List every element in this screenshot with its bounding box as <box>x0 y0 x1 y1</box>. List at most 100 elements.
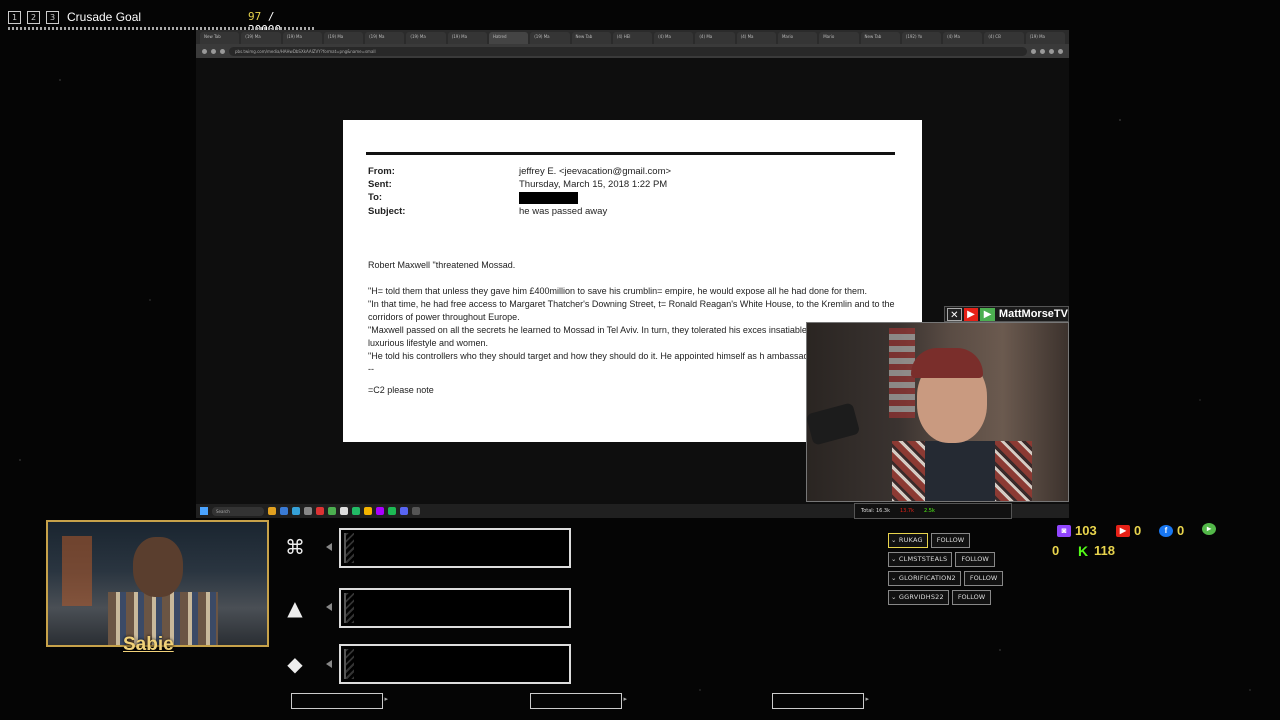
to-label: To: <box>368 192 383 203</box>
discord-icon[interactable] <box>400 507 408 515</box>
app-icon[interactable] <box>280 507 288 515</box>
email-paragraph: Robert Maxwell "threatened Mossad. <box>368 260 516 270</box>
facebook-counter: f 0 <box>1159 523 1184 538</box>
browser-tab[interactable]: New Tab <box>200 32 240 44</box>
kick-count: 118 <box>1094 543 1115 558</box>
from-row: From: jeffrey E. <jeevacation@gmail.com> <box>368 166 671 177</box>
sent-value: Thursday, March 15, 2018 1:22 PM <box>519 179 668 190</box>
browser-tab[interactable]: (19) Ma <box>530 32 570 44</box>
app-icon[interactable] <box>316 507 324 515</box>
guest-vest <box>925 441 995 501</box>
youtube-counter: ▶ 0 <box>1116 523 1141 538</box>
bookmark-icon[interactable] <box>1040 48 1045 54</box>
chrome-icon[interactable] <box>364 507 372 515</box>
follower-name: ⌄ GLORIFICATION2 <box>888 571 961 586</box>
x-icon: ✕ <box>947 307 962 321</box>
app-icon[interactable] <box>388 507 396 515</box>
follow-button[interactable]: FOLLOW <box>955 552 995 567</box>
follower-row: ⌄ RUKAG FOLLOW <box>888 533 971 548</box>
browser-tab[interactable]: (19) Ma <box>241 32 281 44</box>
facebook-count: 0 <box>1177 523 1185 538</box>
bottom-bar-2 <box>530 693 627 709</box>
from-label: From: <box>368 166 395 177</box>
follower-row: ⌄ CLMSTSTEALS FOLLOW <box>888 552 995 567</box>
email-header-rule <box>366 152 895 155</box>
sent-label: Sent: <box>368 179 392 190</box>
app-icon[interactable] <box>328 507 336 515</box>
subject-label: Subject: <box>368 206 406 217</box>
app-icon[interactable] <box>340 507 348 515</box>
microphone <box>807 402 861 446</box>
twitch-counter: ◙ 103 <box>1057 523 1097 538</box>
browser-tab[interactable]: New Tab <box>860 32 900 44</box>
subject-value: he was passed away <box>519 206 608 217</box>
goal-box-2: 2 <box>27 10 40 24</box>
follow-button[interactable]: FOLLOW <box>951 590 992 605</box>
browser-tab[interactable]: (19) Ma <box>447 32 487 44</box>
start-icon[interactable] <box>200 507 208 515</box>
guest-cam-header: ✕ ▶ ▶ MattMorseTV <box>944 306 1069 322</box>
edge-icon[interactable] <box>292 507 300 515</box>
url-field[interactable]: pbs.twimg.com/media/HAHwDbSXkAAIZVY?form… <box>229 46 1027 56</box>
app-icon[interactable] <box>304 507 312 515</box>
browser-tab[interactable]: (19) Ma <box>365 32 405 44</box>
from-value: jeffrey E. <jeevacation@gmail.com> <box>519 166 672 177</box>
follower-name-text: GLORIFICATION2 <box>898 574 956 582</box>
browser-tab[interactable]: (4) CB <box>984 32 1024 44</box>
guest-cap <box>911 348 983 378</box>
sub-alert-icon: ⌘ <box>285 535 305 559</box>
donation-alert-icon: ◆ <box>287 652 303 676</box>
folder-icon[interactable] <box>268 507 276 515</box>
browser-tab[interactable]: (19) Ma <box>282 32 322 44</box>
browser-tab[interactable]: (19) Ma <box>406 32 446 44</box>
goal-current: 97 <box>248 10 262 23</box>
app-icon[interactable] <box>352 507 360 515</box>
browser-tab[interactable]: (19) Ma <box>323 32 364 44</box>
taskbar-search[interactable]: Search <box>212 506 264 516</box>
chevron-left-icon <box>326 543 332 551</box>
email-paragraph: "In that time, he had free access to Mar… <box>368 299 895 322</box>
browser-tab[interactable]: (4) Ma <box>654 32 694 44</box>
sent-row: Sent: Thursday, March 15, 2018 1:22 PM <box>368 179 667 190</box>
goal-separator: / <box>261 10 275 23</box>
browser-tab[interactable]: (192) Yo <box>901 32 942 44</box>
browser-tab[interactable]: (19) Ma <box>1025 32 1065 44</box>
browser-tab[interactable]: (4) HEI <box>612 32 653 44</box>
follow-button[interactable]: FOLLOW <box>930 533 971 548</box>
alert-panel-2 <box>339 588 571 628</box>
redaction-bar <box>519 192 578 204</box>
browser-tab[interactable]: (4) Ma <box>736 32 776 44</box>
back-icon[interactable] <box>202 48 207 54</box>
rumble-icon: ▶ <box>980 307 995 321</box>
browser-tab[interactable]: (4) Ma <box>695 32 735 44</box>
reload-icon[interactable] <box>220 48 225 54</box>
twitch-icon: ◙ <box>1057 524 1071 537</box>
kick-icon: K <box>1077 542 1089 559</box>
extensions-icon[interactable] <box>1049 48 1054 54</box>
guest-cam-stats: Total: 16.3k 13.7k 2.5k <box>854 503 1012 519</box>
follower-name: ⌄ CLMSTSTEALS <box>888 552 953 567</box>
menu-icon[interactable] <box>1058 48 1063 54</box>
forward-icon[interactable] <box>211 48 216 54</box>
streamer-face <box>133 537 183 597</box>
youtube-icon: ▶ <box>1116 524 1130 537</box>
guest-name: MattMorseTV <box>998 308 1068 320</box>
zoom-icon[interactable] <box>1031 48 1036 54</box>
browser-tab[interactable]: New Tab <box>571 32 611 44</box>
browser-tab[interactable]: (4) Ma <box>943 32 983 44</box>
email-paragraph: "H= told them that unless they gave him … <box>368 286 867 296</box>
app-icon[interactable] <box>376 507 384 515</box>
bottom-bar-1 <box>291 693 388 709</box>
app-icon[interactable] <box>412 507 420 515</box>
bits-alert-icon: ▲ <box>287 596 303 620</box>
kick-counter: K 118 <box>1076 543 1115 558</box>
follow-button[interactable]: FOLLOW <box>963 571 1004 586</box>
to-row: To: <box>368 192 578 204</box>
browser-tab-active[interactable]: Hatred <box>488 32 529 44</box>
rumble-icon: ▸ <box>1202 523 1216 535</box>
browser-tab[interactable]: Mario <box>819 32 859 44</box>
other-count: 0 <box>1052 543 1060 558</box>
browser-tab[interactable]: Mario <box>777 32 818 44</box>
follower-name: ⌄ GGRVIDHS22 <box>888 590 949 605</box>
chevron-left-icon <box>326 660 332 668</box>
